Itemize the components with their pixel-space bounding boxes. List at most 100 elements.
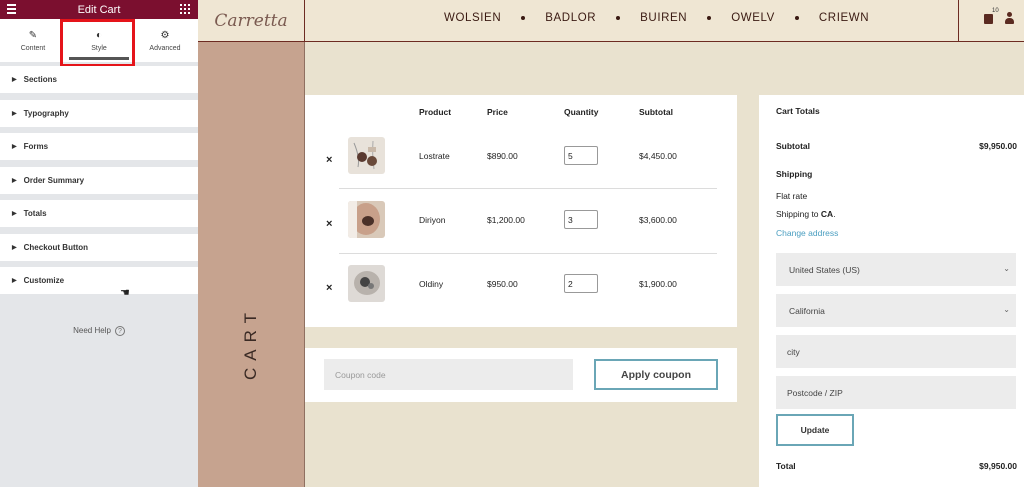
need-help-link[interactable]: Need Help?: [0, 326, 198, 336]
caret-right-icon: ▶: [12, 110, 17, 117]
row-divider: [339, 188, 717, 189]
main-nav: WOLSIEN BADLOR BUIREN OWELV CRIEWN: [444, 12, 869, 24]
site-preview: Carretta WOLSIEN BADLOR BUIREN OWELV CRI…: [198, 0, 1024, 487]
country-select[interactable]: United States (US) ⌄: [776, 253, 1016, 286]
tab-advanced[interactable]: ⚙ Advanced: [132, 19, 198, 62]
table-row: × Diriyon $1,200.00 3 $3,600.00: [305, 190, 737, 254]
logo-text: Carretta: [214, 11, 288, 31]
change-address-link[interactable]: Change address: [776, 228, 838, 238]
table-row: × Lostrate $890.00 5 $4,450.00: [305, 126, 737, 190]
state-select[interactable]: California ⌄: [776, 294, 1016, 327]
editor-topbar: Edit Cart: [0, 0, 198, 19]
section-sections[interactable]: ▶ Sections: [0, 66, 198, 93]
nav-item-buiren[interactable]: BUIREN: [640, 12, 687, 24]
total-label: Total: [776, 461, 796, 471]
hand-cursor-icon: ☚: [120, 287, 130, 299]
product-subtotal: $3,600.00: [639, 215, 677, 225]
product-thumbnail[interactable]: [348, 201, 385, 238]
section-label: Customize: [23, 276, 65, 285]
help-icon: ?: [114, 326, 125, 336]
nav-item-badlor[interactable]: BADLOR: [545, 12, 596, 24]
cart-table: Product Price Quantity Subtotal × Lostra…: [305, 95, 737, 327]
caret-right-icon: ▶: [12, 144, 17, 150]
column-header-subtotal: Subtotal: [639, 107, 673, 117]
column-header-quantity: Quantity: [564, 107, 599, 117]
caret-right-icon: ▶: [12, 278, 17, 284]
nav-separator: [707, 16, 712, 20]
product-name[interactable]: Oldiny: [419, 279, 443, 289]
coupon-code-input[interactable]: Coupon code: [324, 359, 573, 390]
column-header-product: Product: [419, 107, 452, 117]
tab-style[interactable]: ◐ Style: [66, 19, 132, 62]
product-price: $890.00: [487, 151, 518, 161]
shopping-bag-icon[interactable]: [984, 14, 993, 24]
nav-item-wolsien[interactable]: WOLSIEN: [444, 12, 501, 24]
column-header-price: Price: [487, 107, 508, 117]
contrast-icon: ◐: [95, 29, 103, 41]
cart-totals-title: Cart Totals: [776, 106, 820, 116]
product-thumbnail[interactable]: [348, 137, 385, 174]
section-label: Order Summary: [23, 175, 85, 185]
postcode-input[interactable]: Postcode / ZIP: [776, 376, 1016, 409]
section-label: Sections: [23, 75, 57, 84]
section-forms[interactable]: ▶ Forms: [0, 133, 198, 160]
coupon-section: Coupon code Apply coupon: [305, 348, 737, 402]
section-typography[interactable]: ▶ Typography: [0, 99, 198, 127]
caret-right-icon: ▶: [12, 211, 17, 217]
need-help-label: Need Help: [73, 326, 111, 335]
nav-item-owelv[interactable]: OWELV: [731, 12, 775, 24]
remove-item-button[interactable]: ×: [326, 218, 332, 230]
caret-right-icon: ▶: [12, 77, 17, 83]
remove-item-button[interactable]: ×: [326, 154, 332, 166]
page-title: CART: [241, 306, 261, 380]
quantity-input[interactable]: 2: [564, 274, 598, 293]
site-logo[interactable]: Carretta: [198, 0, 305, 42]
tab-style-label: Style: [91, 44, 107, 52]
section-list: ▶ Sections ▶ Typography ▶ Forms ▶ Order Summ…: [0, 66, 198, 301]
pencil-icon: ✎: [28, 29, 38, 41]
apply-coupon-button[interactable]: Apply coupon: [594, 359, 718, 390]
country-value: United States (US): [789, 265, 860, 275]
cart-count-badge: 10: [992, 8, 999, 14]
nav-item-criewn[interactable]: CRIEWN: [819, 12, 869, 24]
product-thumbnail[interactable]: [348, 265, 385, 302]
caret-right-icon: ▶: [12, 177, 17, 184]
section-label: Checkout Button: [23, 242, 89, 252]
cart-totals-panel: Cart Totals Subtotal $9,950.00 Shipping …: [759, 95, 1024, 487]
shipping-label: Shipping: [776, 169, 813, 179]
page-title-column: CART: [198, 42, 305, 487]
section-customize[interactable]: ▶ Customize: [0, 267, 198, 294]
product-name[interactable]: Diriyon: [419, 215, 445, 225]
menu-icon[interactable]: [7, 4, 16, 14]
caret-right-icon: ▶: [12, 244, 17, 251]
section-checkout-button[interactable]: ▶ Checkout Button: [0, 233, 198, 261]
editor-title: Edit Cart: [77, 3, 121, 16]
nav-separator: [616, 16, 621, 20]
product-subtotal: $4,450.00: [639, 151, 677, 161]
quantity-input[interactable]: 5: [564, 146, 598, 165]
section-order-summary[interactable]: ▶ Order Summary: [0, 166, 198, 194]
section-label: Forms: [23, 142, 49, 151]
state-value: California: [789, 306, 825, 316]
remove-item-button[interactable]: ×: [326, 282, 332, 294]
section-label: Totals: [23, 209, 47, 218]
city-input[interactable]: city: [776, 335, 1016, 368]
nav-separator: [794, 16, 799, 20]
update-button[interactable]: Update: [776, 414, 854, 446]
chevron-down-icon: ⌄: [1003, 264, 1010, 273]
shipping-destination: Shipping to CA.: [776, 209, 836, 219]
tab-content[interactable]: ✎ Content: [0, 19, 66, 62]
gear-icon: ⚙: [160, 29, 170, 41]
editor-tabs: ✎ Content ◐ Style ⚙ Advanced: [0, 19, 198, 62]
quantity-input[interactable]: 3: [564, 210, 598, 229]
total-value: $9,950.00: [979, 461, 1017, 471]
section-totals[interactable]: ▶ Totals: [0, 200, 198, 227]
product-price: $1,200.00: [487, 215, 525, 225]
product-name[interactable]: Lostrate: [419, 151, 450, 161]
flat-rate-label: Flat rate: [776, 191, 808, 201]
apps-grid-icon[interactable]: [180, 4, 190, 14]
tab-content-label: Content: [20, 44, 46, 52]
editor-panel: Edit Cart ✎ Content ◐ Style ⚙ Advanced ▶…: [0, 0, 198, 487]
chevron-down-icon: ⌄: [1003, 305, 1010, 314]
user-icon[interactable]: [1004, 12, 1014, 25]
